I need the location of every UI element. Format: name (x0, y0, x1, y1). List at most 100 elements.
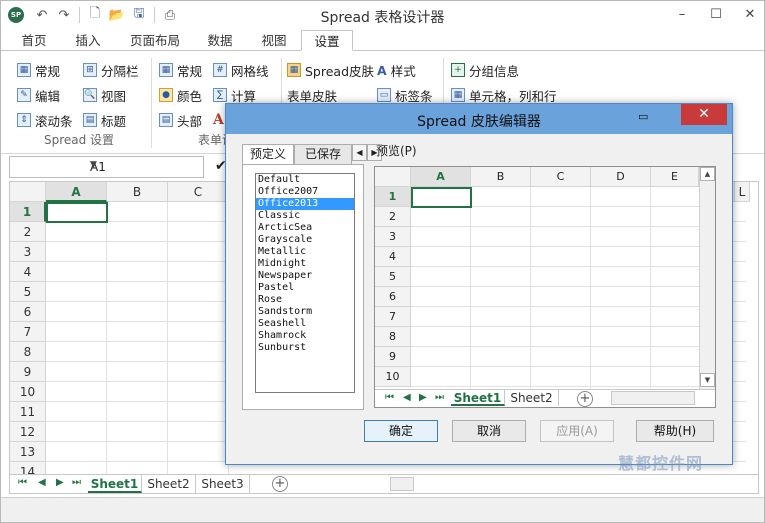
active-cell[interactable] (46, 202, 108, 223)
row-header[interactable]: 3 (10, 242, 46, 262)
row-header[interactable]: 10 (10, 382, 46, 402)
row-header[interactable]: 11 (10, 402, 46, 422)
tab-settings[interactable]: 设置 (301, 30, 353, 51)
group-info-button[interactable]: + 分组信息 (451, 60, 519, 80)
tab-predefined[interactable]: 预定义 (242, 144, 294, 165)
row-gridline (411, 226, 699, 227)
first-sheet-icon[interactable]: ⏮ (385, 392, 394, 403)
skin-list-item[interactable]: Metallic (256, 246, 354, 258)
split-bar-button[interactable]: ⊞ 分隔栏 (83, 60, 139, 80)
tab-view[interactable]: 视图 (251, 32, 297, 51)
last-sheet-icon[interactable]: ⏭ (72, 477, 81, 488)
chevron-down-icon[interactable]: ▼ (90, 160, 199, 170)
skin-list-item[interactable]: Pastel (256, 282, 354, 294)
tab-page-layout[interactable]: 页面布局 (121, 32, 189, 51)
preview-sheet-tab[interactable]: Sheet1 (451, 390, 505, 406)
column-header: B (471, 167, 531, 187)
add-sheet-icon[interactable]: + (272, 476, 288, 492)
tab-saved[interactable]: 已保存 (294, 144, 352, 164)
group-divider (151, 58, 152, 148)
chevron-up-icon[interactable]: ▲ (700, 167, 715, 181)
row-header[interactable]: 13 (10, 442, 46, 462)
tab-data[interactable]: 数据 (197, 32, 243, 51)
column-header[interactable]: B (107, 182, 168, 202)
sheet-skin-button[interactable]: 表单皮肤 (287, 85, 337, 105)
sheet-tab[interactable]: Sheet3 (196, 475, 250, 493)
help-button[interactable]: 帮助(H) (636, 420, 714, 442)
cancel-button[interactable]: 取消 (452, 420, 526, 442)
preview-vertical-scrollbar[interactable]: ▲ ▼ (699, 167, 715, 389)
sheet-general-button[interactable]: ▦ 常规 (159, 60, 202, 80)
style-button[interactable]: A 样式 (377, 60, 416, 80)
edit-button[interactable]: ✎ 编辑 (17, 85, 60, 105)
skin-list-item[interactable]: ArcticSea (256, 222, 354, 234)
skin-list-item[interactable]: Office2013 (256, 198, 354, 210)
color-button[interactable]: ● 颜色 (159, 85, 202, 105)
first-sheet-icon[interactable]: ⏮ (18, 477, 27, 488)
cells-columns-rows-button[interactable]: ▦ 单元格，列和行 (451, 85, 557, 105)
view-button[interactable]: 🔍 视图 (83, 85, 126, 105)
row-header[interactable]: 9 (10, 362, 46, 382)
preview-hscroll[interactable] (611, 391, 695, 405)
add-sheet-icon[interactable]: + (577, 391, 593, 407)
spread-skin-button[interactable]: ▦ Spread皮肤 (287, 60, 374, 80)
next-sheet-icon[interactable]: ▶ (56, 477, 64, 488)
font-button[interactable]: A (213, 110, 224, 130)
maximize-icon[interactable]: ☐ (706, 5, 726, 25)
headers-button[interactable]: ▤ 头部 (159, 110, 202, 130)
header-button[interactable]: ▤ 标题 (83, 110, 126, 130)
skin-list-item[interactable]: Office2007 (256, 186, 354, 198)
scrollbar-button[interactable]: ⇕ 滚动条 (17, 110, 73, 130)
skin-list-item[interactable]: Sandstorm (256, 306, 354, 318)
prev-sheet-icon[interactable]: ◀ (403, 392, 411, 403)
skin-list-item[interactable]: Default (256, 174, 354, 186)
column-header[interactable]: L (734, 182, 750, 202)
column-header[interactable]: A (46, 182, 107, 202)
hscroll-left-button[interactable] (390, 477, 414, 491)
name-box[interactable]: A1 ▼ (9, 156, 204, 178)
close-icon[interactable]: ✕ (740, 5, 760, 25)
tab-insert[interactable]: 插入 (67, 32, 109, 51)
row-gridline (411, 306, 699, 307)
chevron-down-icon[interactable]: ▼ (700, 373, 715, 387)
apply-button[interactable]: 应用(A) (540, 420, 614, 442)
last-sheet-icon[interactable]: ⏭ (435, 392, 444, 403)
title-bar: SP ↶ ↷ 🗋 📂 🖫 ⎙ Spread 表格设计器 – ☐ ✕ (1, 1, 764, 30)
skin-list[interactable]: Default Office2007 Office2013 Classic Arctic… (255, 173, 355, 393)
prev-sheet-icon[interactable]: ◀ (38, 477, 46, 488)
row-header: 8 (375, 327, 411, 347)
skin-list-item[interactable]: Seashell (256, 318, 354, 330)
skin-list-item[interactable]: Grayscale (256, 234, 354, 246)
skin-list-item[interactable]: Rose (256, 294, 354, 306)
row-header[interactable]: 12 (10, 422, 46, 442)
ok-button[interactable]: 确定 (364, 420, 438, 442)
chevron-left-icon[interactable]: ◀ (352, 144, 367, 161)
tab-home[interactable]: 首页 (13, 32, 55, 51)
sheet-tab[interactable]: Sheet1 (88, 475, 142, 493)
minimize-icon[interactable]: ▭ (638, 110, 652, 124)
row-header[interactable]: 6 (10, 302, 46, 322)
skin-list-item[interactable]: Midnight (256, 258, 354, 270)
row-header[interactable]: 7 (10, 322, 46, 342)
close-icon[interactable]: ✕ (681, 104, 727, 125)
preview-sheet-tab[interactable]: Sheet2 (505, 390, 559, 406)
skin-list-item[interactable]: Sunburst (256, 342, 354, 354)
sheet-tab[interactable]: Sheet2 (142, 475, 196, 493)
row-header[interactable]: 5 (10, 282, 46, 302)
calculator-icon: ∑ (213, 88, 227, 102)
row-header[interactable]: 4 (10, 262, 46, 282)
calculation-button[interactable]: ∑ 计算 (213, 85, 256, 105)
skin-list-item[interactable]: Newspaper (256, 270, 354, 282)
spread-general-button[interactable]: ▦ 常规 (17, 60, 60, 80)
row-header[interactable]: 2 (10, 222, 46, 242)
column-header[interactable]: C (168, 182, 229, 202)
skin-list-item[interactable]: Classic (256, 210, 354, 222)
tab-strip-button[interactable]: ▭ 标签条 (377, 85, 433, 105)
row-header[interactable]: 8 (10, 342, 46, 362)
row-header[interactable]: 1 (10, 202, 46, 222)
minimize-icon[interactable]: – (672, 5, 692, 25)
next-sheet-icon[interactable]: ▶ (419, 392, 427, 403)
skin-list-item[interactable]: Shamrock (256, 330, 354, 342)
select-all-corner[interactable] (10, 182, 46, 202)
gridlines-button[interactable]: # 网格线 (213, 60, 269, 80)
